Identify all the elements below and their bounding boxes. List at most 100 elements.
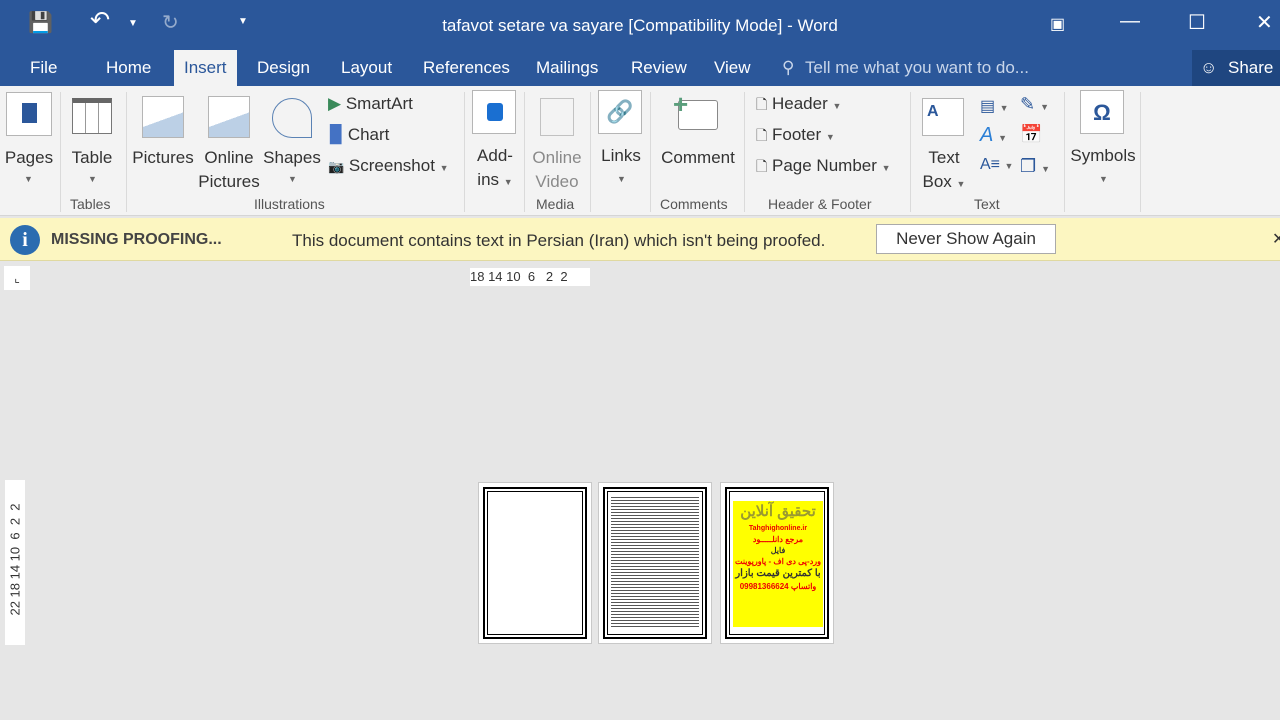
ribbon-display-icon[interactable]: ▣ [1050,14,1065,34]
tab-insert[interactable]: Insert [174,50,237,86]
share-button[interactable]: ☺ Share [1192,50,1280,86]
group-label-tables: Tables [70,196,111,212]
table-icon [72,98,112,134]
tab-layout[interactable]: Layout [341,58,392,78]
footer-icon: 🗋 [756,127,768,143]
smartart-button[interactable]: ▶ SmartArt [328,92,413,116]
quick-parts-icon[interactable]: ▤ ▼ [980,96,1008,116]
page-thumbnail-1[interactable] [478,482,592,644]
comment-label: Comment [661,148,735,167]
tab-selector[interactable]: ⌞ [4,266,30,290]
ad-line: فایل [770,546,786,555]
group-label-comments: Comments [660,196,728,212]
symbols-button[interactable]: Ω Symbols ▼ [1068,90,1138,190]
title-bar: 💾 ↶ ▼ ↻ ▼ tafavot setare va sayare [Comp… [0,0,1280,50]
date-time-icon[interactable]: 📅 [1020,124,1042,145]
tab-design[interactable]: Design [257,58,310,78]
table-label: Table [71,148,113,167]
header-label: Header [772,94,828,113]
table-button[interactable]: Table ▼ [66,90,118,190]
advertisement-image: تحقیق آنلاین Tahghighonline.ir مرجع دانل… [733,501,823,627]
screenshot-label: Screenshot [348,156,435,175]
pages-icon [6,92,52,136]
pages-label: Pages [4,148,54,167]
tab-references[interactable]: References [423,58,510,78]
online-video-button[interactable]: Online Video [528,90,586,191]
shapes-label: Shapes [263,148,321,167]
never-show-again-button[interactable]: Never Show Again [876,224,1056,254]
text-box-icon: A [922,98,964,136]
horizontal-ruler[interactable]: 18 14 10 6 2 2 [470,268,590,286]
vertical-ruler[interactable]: 22 18 14 10 6 2 2 [5,480,25,645]
page-thumbnail-3[interactable]: تحقیق آنلاین Tahghighonline.ir مرجع دانل… [720,482,834,644]
shapes-button[interactable]: Shapes ▼ [262,90,322,190]
pictures-icon [142,96,184,138]
links-button[interactable]: 🔗 Links ▼ [596,90,646,190]
footer-button[interactable]: 🗋 Footer ▼ [756,123,835,149]
page-number-label: Page Number [772,156,877,175]
page-thumbnail-2[interactable] [598,482,712,644]
tab-file[interactable]: File [30,58,57,78]
header-button[interactable]: 🗋 Header ▼ [756,92,841,118]
pictures-button[interactable]: Pictures [132,90,194,190]
text-box-label: Text [928,148,960,167]
comment-icon: + [673,89,718,130]
page-number-button[interactable]: 🗋 Page Number ▼ [756,154,891,180]
dropdown-icon: ▼ [88,174,97,184]
tab-review[interactable]: Review [631,58,687,78]
camera-icon: 📷 [328,159,345,174]
ad-phone: 09981366624 [739,582,789,591]
maximize-icon[interactable]: ☐ [1188,10,1206,35]
group-label-illustrations: Illustrations [254,196,325,212]
omega-icon: Ω [1080,90,1124,134]
group-label-text: Text [974,196,1000,212]
online-video-label-2: Video [535,172,579,191]
links-label: Links [601,146,641,165]
wordart-icon[interactable]: A ▼ [980,124,1007,147]
ad-title: تحقیق آنلاین [740,503,816,520]
message-title: MISSING PROOFING... [51,231,222,248]
header-icon: 🗋 [756,96,768,112]
tab-view[interactable]: View [714,58,751,78]
close-message-icon[interactable]: ✕ [1272,229,1280,249]
comment-button[interactable]: + Comment [654,89,742,190]
video-icon [540,98,574,136]
ruler-numbers: 22 18 14 10 6 2 2 [7,503,23,616]
close-icon[interactable]: ✕ [1256,10,1273,35]
store-icon [472,90,516,134]
ruler-numbers: 18 14 10 6 2 2 [470,269,568,284]
pages-button[interactable]: Pages ▼ [4,90,54,200]
chart-button[interactable]: ▉ Chart [330,123,389,147]
ribbon-tabs: File Home Insert Design Layout Reference… [0,50,1280,86]
ad-line: با کمترین قیمت بازار [735,568,821,579]
online-pictures-label: Pictures [198,172,260,191]
lightbulb-icon: ⚲ [782,58,795,77]
shapes-icon [272,98,312,138]
tab-home[interactable]: Home [106,58,151,78]
ribbon: Pages ▼ Table ▼ Tables Pictures Online P… [0,86,1280,216]
online-pictures-button[interactable]: Online Pictures [198,90,260,191]
object-icon[interactable]: ❐ ▼ [1020,156,1050,177]
dropdown-icon: ▼ [24,174,33,184]
text-box-button[interactable]: A Text Box ▼ [916,90,972,191]
group-label-header-footer: Header & Footer [768,196,872,212]
screenshot-button[interactable]: 📷 Screenshot ▼ [328,154,449,180]
drop-cap-icon[interactable]: A≡ ▼ [980,156,1013,174]
online-video-label: Online [532,148,582,167]
footer-label: Footer [772,125,822,144]
info-icon: i [10,225,40,255]
ad-line: ورد-پی دی اف - پاورپوینت [735,557,821,566]
online-pictures-icon [208,96,250,138]
page-number-icon: 🗋 [756,158,768,174]
ad-line: مرجع دانلـــــود [752,535,804,544]
message-text: This document contains text in Persian (… [292,231,826,250]
window-title: tafavot setare va sayare [Compatibility … [442,16,838,35]
minimize-icon[interactable]: — [1120,10,1140,33]
dropdown-icon: ▼ [288,174,297,184]
tab-mailings[interactable]: Mailings [536,58,598,78]
chart-label: Chart [347,125,390,144]
tell-me-input[interactable]: Tell me what you want to do... [805,58,1029,78]
addins-button[interactable]: Add- ins ▼ [470,90,520,190]
dropdown-icon: ▼ [1099,174,1108,184]
signature-line-icon[interactable]: ✎ ▼ [1020,94,1049,115]
